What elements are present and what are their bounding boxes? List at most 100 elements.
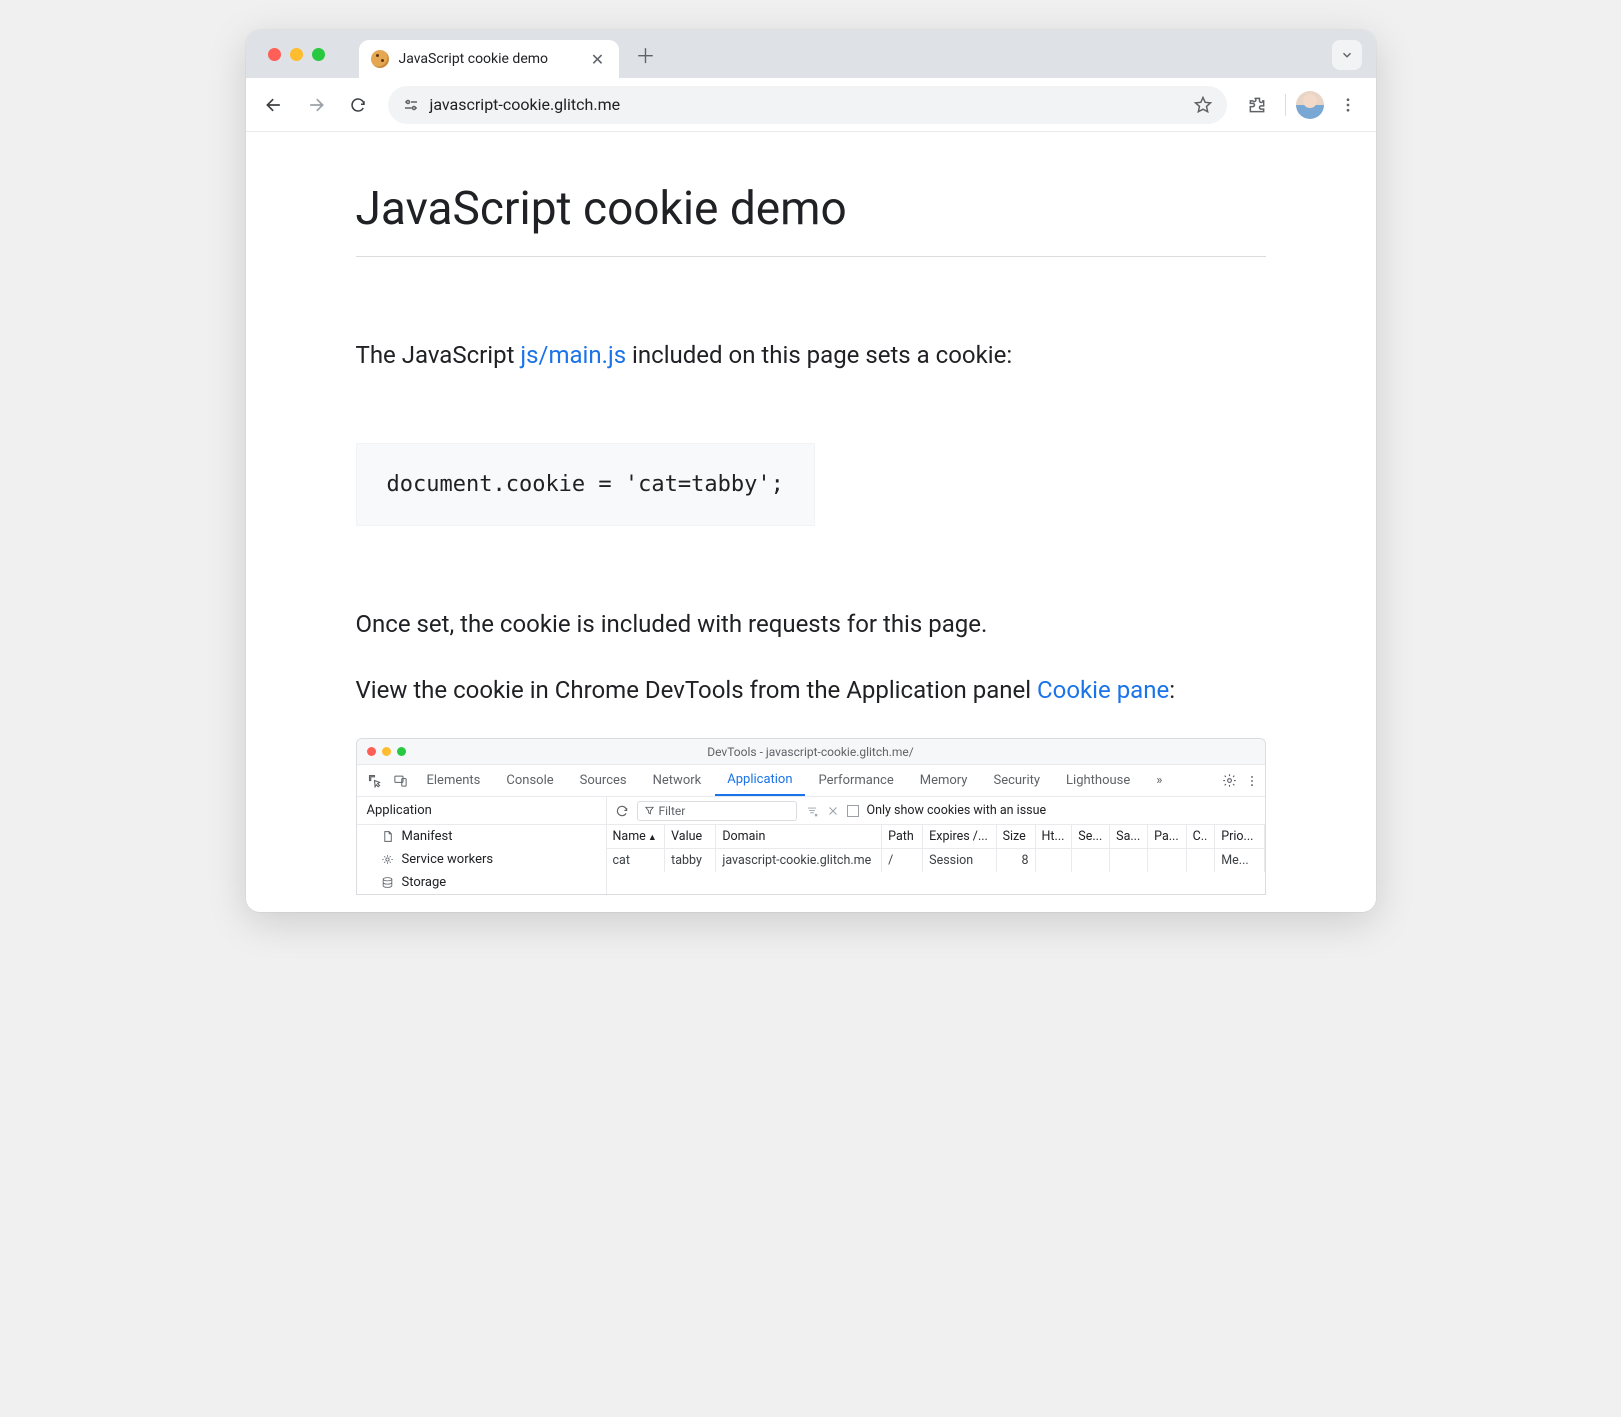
cell-samesite [1110,849,1148,873]
sidebar-item-service-workers[interactable]: Service workers [357,848,606,871]
forward-button[interactable] [298,87,334,123]
devtools-close-button[interactable] [367,747,376,756]
document-icon [381,830,394,843]
cell-httponly [1035,849,1072,873]
filter-input[interactable]: Filter [637,801,797,821]
database-icon [381,876,394,889]
cookie-pane-link[interactable]: Cookie pane [1037,676,1169,704]
devtools-tab-security[interactable]: Security [981,765,1052,796]
chevron-down-icon [1340,48,1354,62]
sidebar-item-manifest[interactable]: Manifest [357,825,606,848]
devtools-maximize-button[interactable] [397,747,406,756]
toolbar-divider [1285,94,1286,116]
minimize-window-button[interactable] [290,48,303,61]
only-issues-checkbox[interactable]: Only show cookies with an issue [847,803,1047,818]
clear-filter-icon [805,804,819,818]
devtools-minimize-button[interactable] [382,747,391,756]
extensions-button[interactable] [1239,87,1275,123]
sidebar-item-storage[interactable]: Storage [357,871,606,894]
devtools-window: DevTools - javascript-cookie.glitch.me/ … [356,738,1266,895]
close-tab-button[interactable]: ✕ [589,50,607,69]
col-secure[interactable]: Se... [1072,825,1110,849]
devtools-body: Application Manifest Service workers Sto… [357,797,1265,894]
devtools-tab-sources[interactable]: Sources [568,765,639,796]
address-bar[interactable]: javascript-cookie.glitch.me [388,86,1227,124]
new-tab-button[interactable]: ＋ [631,39,661,69]
maximize-window-button[interactable] [312,48,325,61]
close-window-button[interactable] [268,48,281,61]
col-priority[interactable]: Prio... [1215,825,1264,849]
clear-filter-button[interactable] [805,804,819,818]
chrome-menu-button[interactable] [1330,87,1366,123]
tab-title: JavaScript cookie demo [399,51,579,67]
cell-size: 8 [996,849,1035,873]
clear-button[interactable] [827,805,839,817]
site-settings-icon[interactable] [402,96,420,114]
devtools-title: DevTools - javascript-cookie.glitch.me/ [357,745,1265,759]
devtools-more-tabs[interactable]: » [1144,765,1174,796]
devtools-window-controls [367,747,406,756]
cookies-table: Name▲ Value Domain Path Expires /... Siz… [607,825,1265,872]
main-js-link[interactable]: js/main.js [520,341,626,369]
para-devtools: View the cookie in Chrome DevTools from … [356,672,1266,708]
reload-button[interactable] [340,87,376,123]
intro-text-suffix: included on this page sets a cookie: [626,341,1012,369]
devtools-tab-application[interactable]: Application [715,765,804,796]
tabs-dropdown-button[interactable] [1332,40,1362,70]
col-name[interactable]: Name▲ [607,825,665,849]
intro-text-prefix: The JavaScript [356,341,521,369]
cell-cross [1186,849,1215,873]
col-cross[interactable]: C.. [1186,825,1215,849]
bookmark-button[interactable] [1193,95,1213,115]
browser-window: JavaScript cookie demo ✕ ＋ javascript-co… [246,30,1376,912]
cell-expires: Session [923,849,996,873]
devtools-tab-memory[interactable]: Memory [908,765,980,796]
tab-strip: JavaScript cookie demo ✕ ＋ [246,30,1376,78]
devtools-menu-button[interactable] [1245,774,1259,788]
browser-tab[interactable]: JavaScript cookie demo ✕ [359,40,619,78]
cell-partition [1148,849,1186,873]
table-header-row: Name▲ Value Domain Path Expires /... Siz… [607,825,1265,849]
col-httponly[interactable]: Ht... [1035,825,1072,849]
table-row[interactable]: cat tabby javascript-cookie.glitch.me / … [607,849,1265,873]
col-partition[interactable]: Pa... [1148,825,1186,849]
toolbar: javascript-cookie.glitch.me [246,78,1376,132]
back-button[interactable] [256,87,292,123]
cell-name: cat [607,849,665,873]
col-domain[interactable]: Domain [716,825,882,849]
devtools-sidebar: Application Manifest Service workers Sto… [357,797,607,894]
intro-paragraph: The JavaScript js/main.js included on th… [356,337,1266,373]
sidebar-label-storage: Storage [402,875,447,890]
col-expires[interactable]: Expires /... [923,825,996,849]
devtools-tab-lighthouse[interactable]: Lighthouse [1054,765,1142,796]
col-size[interactable]: Size [996,825,1035,849]
devtools-main: Filter Only show cookies with an issue [607,797,1265,894]
star-icon [1193,95,1213,115]
devtools-tab-performance[interactable]: Performance [807,765,906,796]
devtools-settings-button[interactable] [1222,773,1237,788]
filter-icon [644,805,655,816]
code-block: document.cookie = 'cat=tabby'; [356,443,815,526]
refresh-cookies-button[interactable] [615,804,629,818]
col-samesite[interactable]: Sa... [1110,825,1148,849]
sidebar-label-manifest: Manifest [402,829,453,844]
para-once-set: Once set, the cookie is included with re… [356,606,1266,642]
devtools-tab-console[interactable]: Console [494,765,565,796]
devtools-tab-elements[interactable]: Elements [415,765,493,796]
inspect-element-button[interactable] [363,773,387,788]
close-icon [827,805,839,817]
devices-icon [393,773,408,788]
checkbox-icon [847,805,859,817]
device-toolbar-button[interactable] [389,773,413,788]
window-controls [254,48,339,61]
gear-small-icon [381,853,394,866]
profile-avatar[interactable] [1296,91,1324,119]
para3-suffix: : [1169,676,1175,704]
cell-domain: javascript-cookie.glitch.me [716,849,882,873]
puzzle-icon [1247,95,1267,115]
devtools-tab-network[interactable]: Network [641,765,714,796]
inspect-icon [367,773,382,788]
col-value[interactable]: Value [665,825,716,849]
only-issues-label: Only show cookies with an issue [867,803,1047,818]
col-path[interactable]: Path [882,825,923,849]
